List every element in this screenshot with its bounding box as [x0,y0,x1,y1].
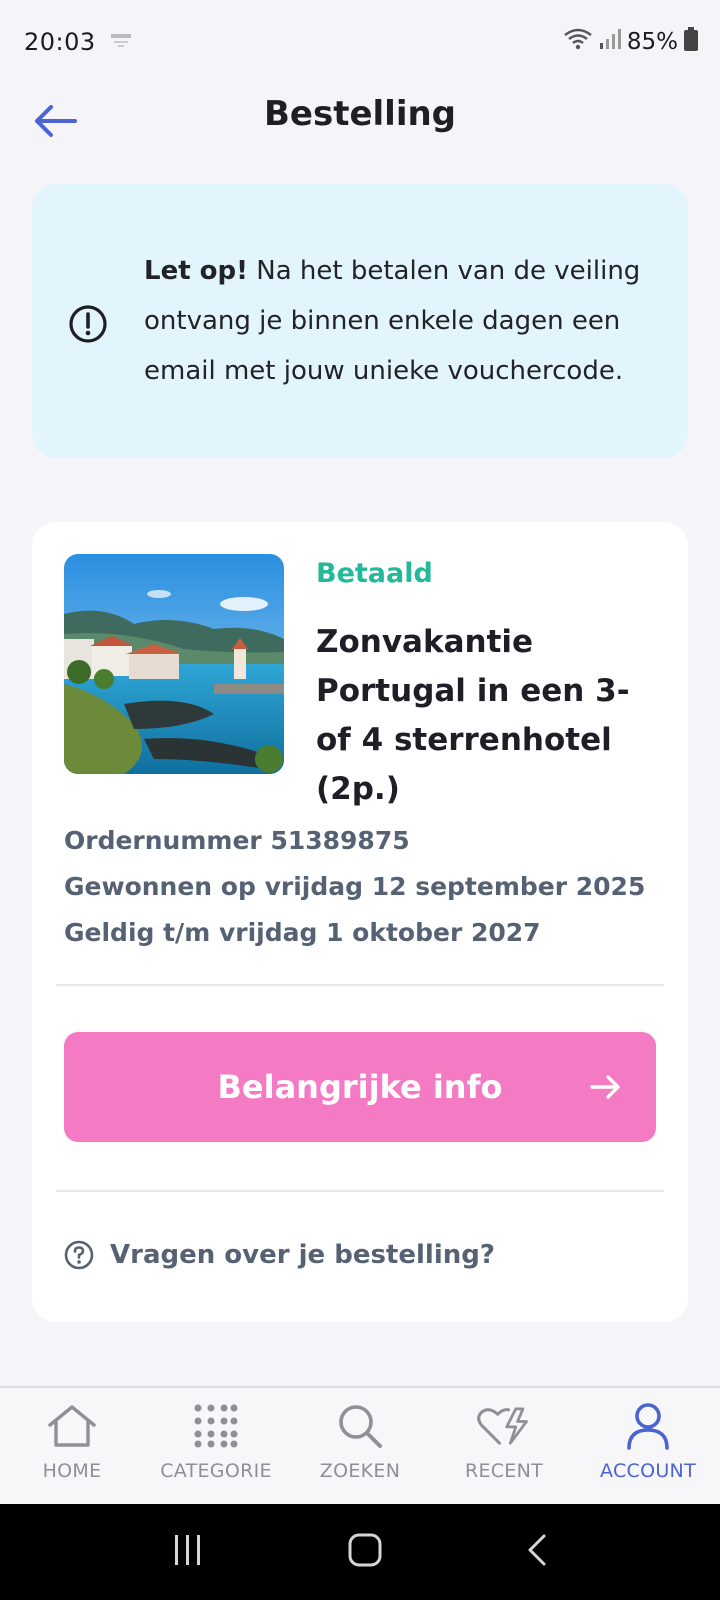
questions-label: Vragen over je bestelling? [110,1240,495,1270]
system-navigation-bar [0,1504,720,1600]
user-icon [620,1400,676,1452]
nav-label-home: HOME [42,1460,102,1482]
back-nav-button[interactable] [526,1533,548,1571]
status-left: 20:03 [24,28,134,56]
order-card: Betaald Zonvakantie Portugal in een 3- o… [32,522,688,1322]
product-image [64,554,284,774]
order-status: Betaald [316,558,433,589]
wifi-icon [563,27,593,57]
exclamation-circle-icon [69,305,107,343]
nav-item-recent[interactable]: RECENT [432,1388,576,1504]
notice-box: Let op! Na het betalen van de veiling on… [32,184,688,458]
status-time: 20:03 [24,28,96,56]
home-button[interactable] [348,1533,382,1571]
product-title[interactable]: Zonvakantie Portugal in een 3- of 4 ster… [316,618,666,814]
divider [56,984,664,986]
nav-item-account[interactable]: ACCOUNT [576,1388,720,1504]
signal-icon [599,28,621,56]
status-bar: 20:03 85% [0,0,720,84]
divider [56,1190,664,1192]
nav-label-zoeken: ZOEKEN [319,1460,401,1482]
nav-item-home[interactable]: HOME [0,1388,144,1504]
heart-bolt-icon [476,1400,532,1452]
nav-label-recent: RECENT [464,1460,544,1482]
valid-until: Geldig t/m vrijdag 1 oktober 2027 [64,918,541,947]
arrow-right-icon [590,1075,620,1099]
notice-text: Let op! Na het betalen van de veiling on… [144,246,664,396]
important-info-button[interactable]: Belangrijke info [64,1032,656,1142]
app-header: Bestelling [0,84,720,184]
grid-icon [188,1400,244,1452]
questions-link[interactable]: Vragen over je bestelling? [64,1240,495,1270]
home-icon [44,1400,100,1452]
bottom-nav: HOME CATEGORIE ZOEKEN RECENT ACCOUNT [0,1386,720,1504]
nav-item-categorie[interactable]: CATEGORIE [144,1388,288,1504]
nav-label-categorie: CATEGORIE [160,1460,272,1482]
notice-bold: Let op! [144,256,249,286]
nav-item-zoeken[interactable]: ZOEKEN [288,1388,432,1504]
recent-apps-button[interactable] [172,1535,204,1569]
important-info-label: Belangrijke info [217,1068,503,1106]
battery-percent: 85% [626,29,678,55]
order-meta: Ordernummer 51389875 Gewonnen op vrijdag… [64,818,664,956]
status-right: 85% [563,27,698,57]
question-circle-icon [64,1240,94,1270]
app-notification-icon [108,31,134,53]
won-date: Gewonnen op vrijdag 12 september 2025 [64,872,646,901]
battery-icon [684,27,698,57]
nav-label-account: ACCOUNT [600,1460,696,1482]
search-icon [332,1400,388,1452]
order-number: Ordernummer 51389875 [64,826,410,855]
page-title: Bestelling [263,94,457,134]
